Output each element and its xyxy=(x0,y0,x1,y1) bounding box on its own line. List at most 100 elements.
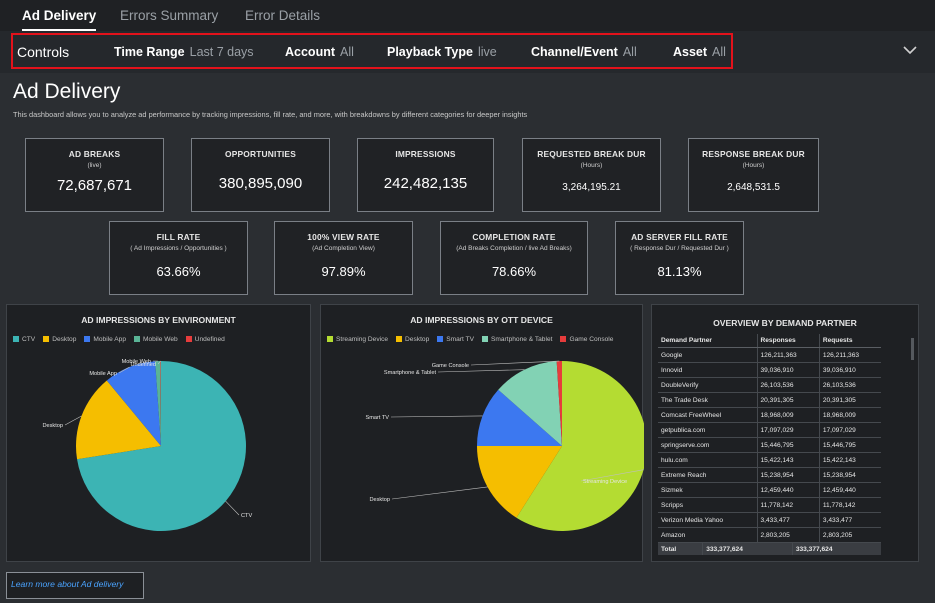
tab-error-details[interactable]: Error Details xyxy=(245,0,320,31)
table-row[interactable]: Extreme Reach 15,238,954 15,238,954 xyxy=(658,467,881,483)
kpi-value: 3,264,195.21 xyxy=(562,182,621,193)
requests-cell: 2,803,205 xyxy=(819,527,881,543)
kpi-value: 242,482,135 xyxy=(383,175,468,192)
column-header[interactable]: Responses xyxy=(757,334,820,348)
responses-cell: 15,422,143 xyxy=(757,452,820,468)
slice-label: Mobile App xyxy=(89,371,117,377)
slice-label: Game Console xyxy=(432,363,469,369)
responses-cell: 39,036,910 xyxy=(757,362,820,378)
responses-cell: 20,391,305 xyxy=(757,392,820,408)
control-value: live xyxy=(477,45,497,59)
table-scrollbar[interactable] xyxy=(911,338,914,360)
control-playback-type[interactable]: Playback Type live xyxy=(387,45,497,59)
requests-cell: 26,103,536 xyxy=(819,377,881,393)
table-row[interactable]: Amazon 2,803,205 2,803,205 xyxy=(658,527,881,543)
kpi-value: 97.89% xyxy=(321,264,366,279)
control-key: Time Range xyxy=(114,45,185,59)
table-row[interactable]: Comcast FreeWheel 18,968,009 18,968,009 xyxy=(658,407,881,423)
slice-label: Undefined xyxy=(130,362,156,368)
responses-cell: 18,968,009 xyxy=(757,407,820,423)
table-row[interactable]: The Trade Desk 20,391,305 20,391,305 xyxy=(658,392,881,408)
control-time-range[interactable]: Time Range Last 7 days xyxy=(114,45,254,59)
partner-name-cell: getpublica.com xyxy=(658,422,758,438)
controls-bar: Controls Time Range Last 7 days Account Al… xyxy=(0,31,935,73)
table-row[interactable]: getpublica.com 17,097,029 17,097,029 xyxy=(658,422,881,438)
kpi-title: REQUESTED BREAK DUR xyxy=(537,149,646,159)
control-account[interactable]: Account All xyxy=(285,45,354,59)
chevron-down-icon[interactable] xyxy=(903,43,917,57)
slice-label: Smartphone & Tablet xyxy=(384,370,437,376)
panel-impressions-by-ott-device: AD IMPRESSIONS BY OTT DEVICE Streaming D… xyxy=(320,304,644,562)
table-scroll-area[interactable]: Demand Partner Responses Requests Google… xyxy=(658,334,881,547)
column-header[interactable]: Requests xyxy=(819,334,881,348)
control-value: Last 7 days xyxy=(189,45,254,59)
column-header[interactable]: Demand Partner xyxy=(658,334,758,348)
table-row[interactable]: DoubleVerify 26,103,536 26,103,536 xyxy=(658,377,881,393)
kpi-subtitle: ( Response Dur / Requested Dur ) xyxy=(630,245,729,252)
requests-cell: 15,446,795 xyxy=(819,437,881,453)
kpi-title: FILL RATE xyxy=(156,232,201,242)
kpi-response-break-dur: RESPONSE BREAK DUR (Hours) 2,648,531.5 xyxy=(688,138,819,212)
control-value: All xyxy=(340,45,354,59)
table-row[interactable]: springserve.com 15,446,795 15,446,795 xyxy=(658,437,881,453)
requests-cell: 126,211,363 xyxy=(819,347,881,363)
responses-cell: 15,238,954 xyxy=(757,467,820,483)
learn-more-box: Learn more about Ad delivery xyxy=(6,572,144,599)
table-title: OVERVIEW BY DEMAND PARTNER xyxy=(713,318,857,328)
kpi-title: IMPRESSIONS xyxy=(395,149,456,159)
partner-name-cell: Comcast FreeWheel xyxy=(658,407,758,423)
control-channel-event[interactable]: Channel/Event All xyxy=(531,45,637,59)
partner-name-cell: Extreme Reach xyxy=(658,467,758,483)
table-row[interactable]: Verizon Media Yahoo 3,433,477 3,433,477 xyxy=(658,512,881,528)
kpi-subtitle: (live) xyxy=(87,162,102,169)
kpi-fill-rate: FILL RATE ( Ad Impressions / Opportuniti… xyxy=(109,221,248,295)
requests-cell: 12,459,440 xyxy=(819,482,881,498)
partner-name-cell: Innovid xyxy=(658,362,758,378)
controls-highlight: Controls Time Range Last 7 days Account Al… xyxy=(11,33,733,69)
kpi-subtitle: ( Ad Impressions / Opportunities ) xyxy=(130,245,227,252)
responses-cell: 3,433,477 xyxy=(757,512,820,528)
kpi-view-rate: 100% VIEW RATE (Ad Completion View) 97.8… xyxy=(274,221,413,295)
kpi-title: AD BREAKS xyxy=(68,149,121,159)
tab-errors-summary[interactable]: Errors Summary xyxy=(120,0,218,31)
kpi-subtitle: (Ad Completion View) xyxy=(312,245,375,252)
kpi-value: 78.66% xyxy=(491,264,537,279)
panel-demand-partner: OVERVIEW BY DEMAND PARTNER Demand Partne… xyxy=(651,304,919,562)
partner-name-cell: Scripps xyxy=(658,497,758,513)
kpi-value: 380,895,090 xyxy=(218,175,303,192)
page-title: Ad Delivery xyxy=(13,80,121,103)
leader-line xyxy=(391,486,488,500)
learn-more-link[interactable]: Learn more about Ad delivery xyxy=(11,579,123,589)
tab-ad-delivery[interactable]: Ad Delivery xyxy=(22,0,97,31)
kpi-title: OPPORTUNITIES xyxy=(224,149,296,159)
slice-label: Streaming Device xyxy=(583,479,627,485)
requests-cell: 20,391,305 xyxy=(819,392,881,408)
table-row[interactable]: Sizmek 12,459,440 12,459,440 xyxy=(658,482,881,498)
kpi-completion-rate: COMPLETION RATE (Ad Breaks Completion / … xyxy=(440,221,588,295)
control-key: Channel/Event xyxy=(531,45,618,59)
requests-cell: 11,778,142 xyxy=(819,497,881,513)
partner-name-cell: Amazon xyxy=(658,527,758,543)
kpi-title: AD SERVER FILL RATE xyxy=(631,232,728,242)
kpi-requested-break-dur: REQUESTED BREAK DUR (Hours) 3,264,195.21 xyxy=(522,138,661,212)
total-responses: 333,377,624 xyxy=(702,543,793,555)
partner-name-cell: DoubleVerify xyxy=(658,377,758,393)
kpi-value: 2,648,531.5 xyxy=(727,182,780,193)
table-row[interactable]: Innovid 39,036,910 39,036,910 xyxy=(658,362,881,378)
table-row[interactable]: Google 126,211,363 126,211,363 xyxy=(658,347,881,363)
panel-impressions-by-environment: AD IMPRESSIONS BY ENVIRONMENT CTV Desktop… xyxy=(6,304,311,562)
partner-name-cell: Google xyxy=(658,347,758,363)
table-row[interactable]: hulu.com 15,422,143 15,422,143 xyxy=(658,452,881,468)
kpi-opportunities: OPPORTUNITIES 380,895,090 xyxy=(191,138,330,212)
total-requests: 333,377,624 xyxy=(795,545,833,553)
table-header-row: Demand Partner Responses Requests xyxy=(658,334,881,348)
slice-label: CTV xyxy=(241,513,252,519)
kpi-ad-breaks: AD BREAKS (live) 72,687,671 xyxy=(25,138,164,212)
kpi-value: 72,687,671 xyxy=(56,177,133,194)
controls-title[interactable]: Controls xyxy=(17,44,69,60)
table-row[interactable]: Scripps 11,778,142 11,778,142 xyxy=(658,497,881,513)
kpi-impressions: IMPRESSIONS 242,482,135 xyxy=(357,138,494,212)
requests-cell: 15,422,143 xyxy=(819,452,881,468)
control-asset[interactable]: Asset All xyxy=(673,45,726,59)
total-label: Total xyxy=(658,543,704,555)
